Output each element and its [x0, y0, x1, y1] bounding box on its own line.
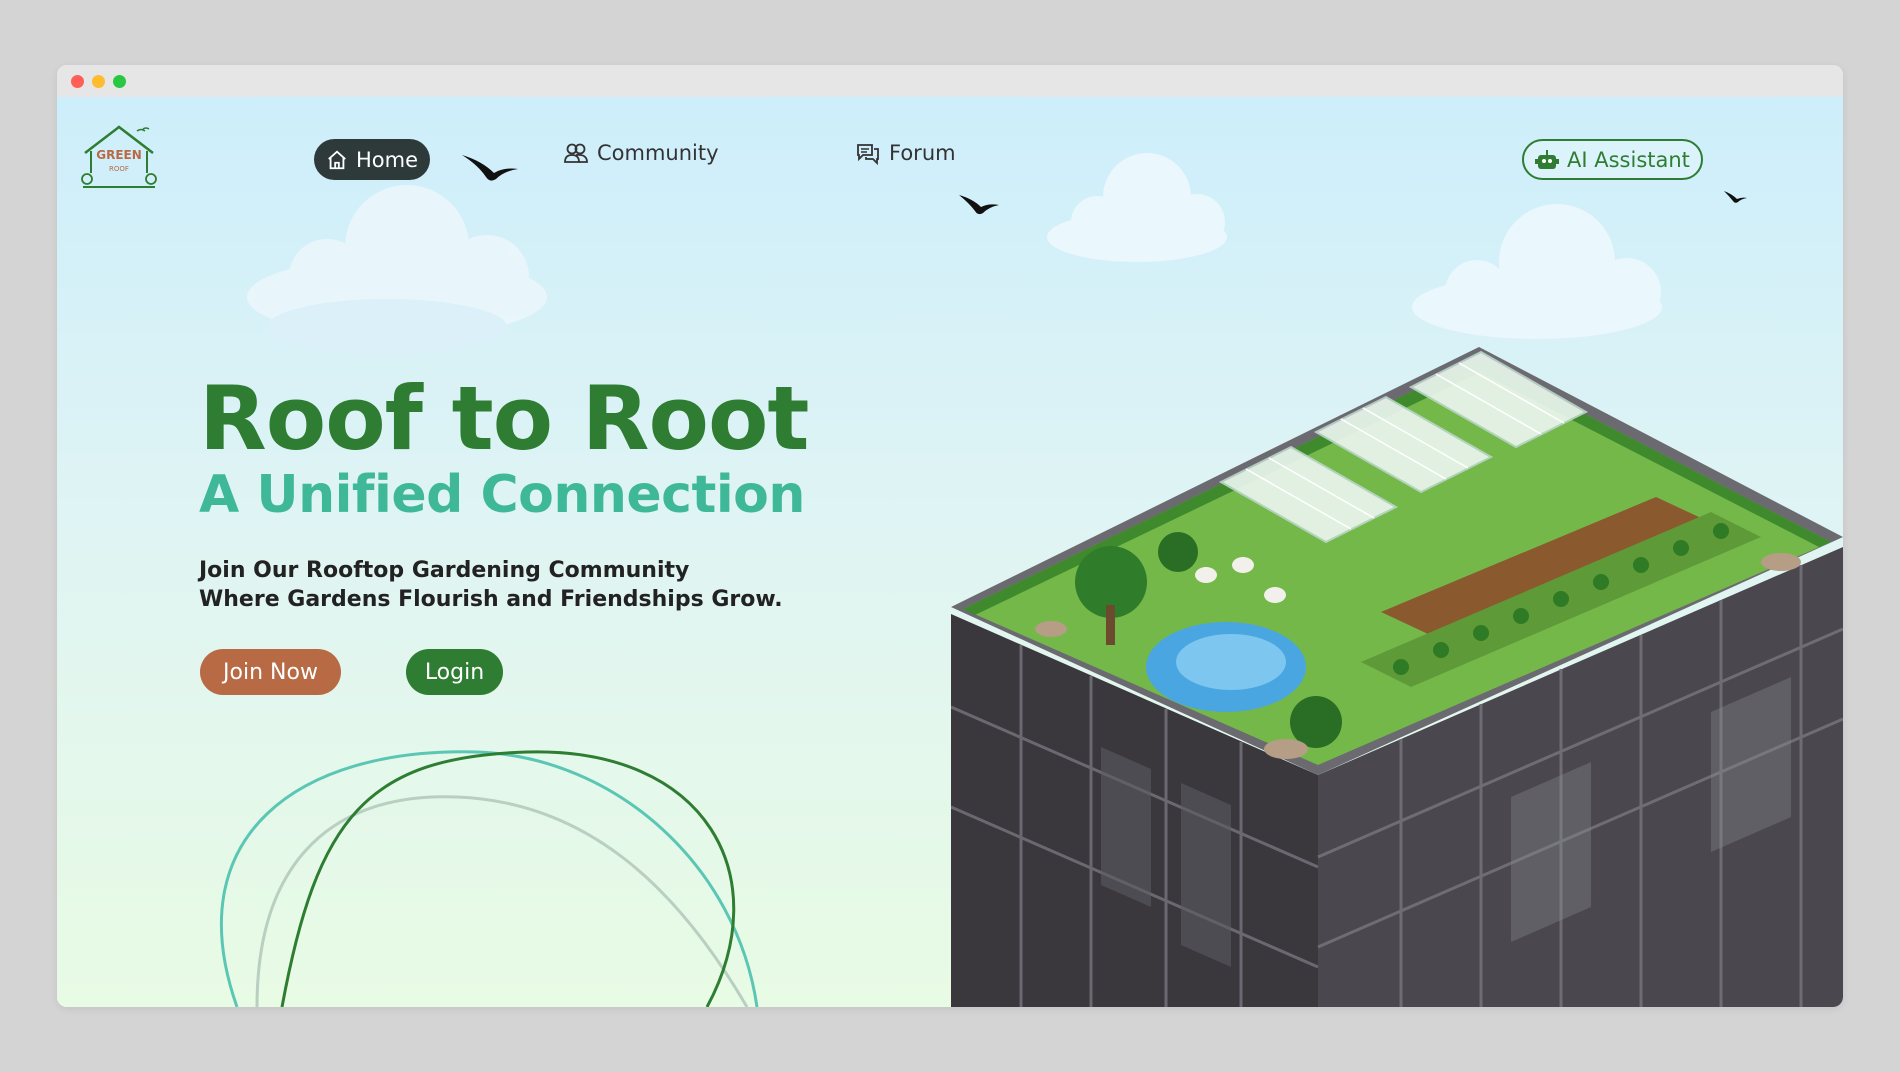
- forum-icon: [857, 144, 879, 165]
- ai-assistant-button[interactable]: AI Assistant: [1522, 139, 1703, 180]
- pond-highlight: [1176, 634, 1286, 690]
- bird-icon: [462, 155, 518, 181]
- bush: [1158, 532, 1198, 572]
- hero-subtitle: A Unified Connection: [199, 465, 805, 525]
- swirl-lines: [219, 750, 759, 1007]
- window-titlebar: [57, 65, 1843, 97]
- nav-home[interactable]: Home: [314, 139, 431, 180]
- rock: [1761, 553, 1801, 571]
- rock: [1264, 739, 1308, 759]
- cloud-right: [1412, 204, 1662, 339]
- maximize-window-button[interactable]: [113, 74, 126, 88]
- tree-trunk: [1106, 605, 1115, 645]
- nav-community-label: Community: [597, 141, 719, 165]
- nav-forum[interactable]: Forum: [855, 137, 956, 169]
- bush: [1290, 696, 1342, 748]
- browser-window: GREEN ROOF Home Community Forum AI Assis…: [57, 65, 1843, 1007]
- nav-home-label: Home: [356, 147, 419, 172]
- ai-assistant-label: AI Assistant: [1567, 147, 1690, 172]
- bird-icon: [959, 195, 999, 215]
- svg-text:GREEN: GREEN: [96, 148, 142, 162]
- robot-icon: [1535, 149, 1559, 169]
- hero-description: Join Our Rooftop Gardening Community Whe…: [199, 556, 819, 614]
- svg-text:ROOF: ROOF: [109, 165, 129, 173]
- hero-description-line: Join Our Rooftop Gardening Community: [199, 558, 690, 583]
- rock: [1035, 621, 1067, 637]
- rooftop-garden-illustration: [951, 347, 1843, 1007]
- hero-description-line: Where Gardens Flourish and Friendships G…: [199, 587, 783, 612]
- community-icon: [564, 143, 588, 163]
- landing-page: GREEN ROOF Home Community Forum AI Assis…: [57, 97, 1843, 1007]
- cloud-middle: [1047, 153, 1227, 262]
- bird-icon: [1724, 191, 1747, 203]
- login-button[interactable]: Login: [406, 649, 503, 695]
- nav-community[interactable]: Community: [563, 137, 719, 169]
- close-window-button[interactable]: [71, 74, 84, 88]
- home-icon: [328, 150, 346, 169]
- green-roof-logo[interactable]: GREEN ROOF: [79, 123, 159, 191]
- minimize-window-button[interactable]: [92, 74, 105, 88]
- nav-forum-label: Forum: [889, 141, 956, 165]
- cloud-left: [247, 185, 547, 355]
- join-now-button[interactable]: Join Now: [200, 649, 341, 695]
- hero-title: Roof to Root: [199, 367, 809, 470]
